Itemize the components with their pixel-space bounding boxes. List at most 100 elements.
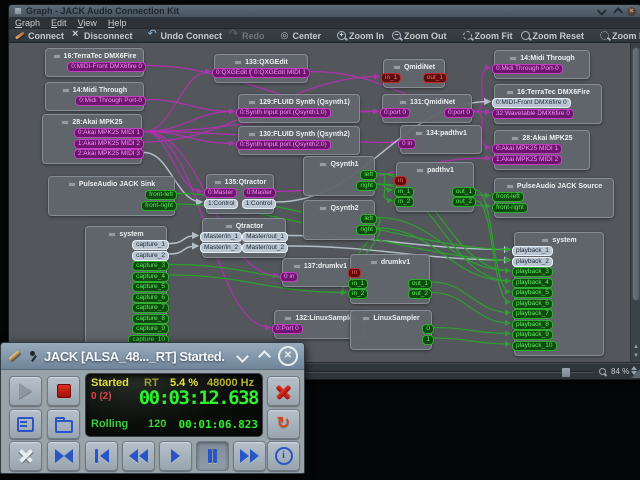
graph-node-linuxsampler_a[interactable]: LinuxSampler01 xyxy=(350,310,432,350)
graph-port-output[interactable]: 0:Midi Through Port-0 xyxy=(75,96,146,106)
toolbar-redo-button[interactable]: Redo xyxy=(230,31,265,41)
graph-port-input[interactable]: Master/in_1 xyxy=(200,232,242,242)
graph-port-output[interactable]: front-left xyxy=(145,190,177,200)
connection-edge[interactable] xyxy=(434,338,510,344)
graph-port-output[interactable]: 0:MIDI-Front DMX6fire 0 xyxy=(67,62,146,72)
toolbar-zoom-range-button[interactable]: Zoom Range xyxy=(600,31,640,41)
graph-port-output[interactable]: out_1 xyxy=(452,187,476,197)
graph-port-output[interactable]: 1:Control xyxy=(242,199,276,209)
toolbar-disconnect-button[interactable]: Disconnect xyxy=(72,31,133,41)
graph-node-midithrough_r[interactable]: 14:Midi Through0:Midi Through Port-0 xyxy=(494,50,590,79)
menu-help[interactable]: Help xyxy=(108,18,127,28)
graph-port-input[interactable]: playback_5 xyxy=(512,288,553,298)
graph-node-qsynth2[interactable]: Qsynth2leftright xyxy=(303,200,375,240)
graph-port-input[interactable]: playback_10 xyxy=(512,341,557,351)
graph-node-qtractor_a[interactable]: QtractorMaster/in_1Master/out_1Master/in… xyxy=(202,218,286,258)
graph-port-output[interactable]: left xyxy=(360,214,377,224)
graph-port-input[interactable]: in_1 xyxy=(348,279,368,289)
graph-port-input[interactable]: 0:port 0 xyxy=(380,108,410,118)
connection-edge[interactable] xyxy=(169,236,198,244)
graph-node-pulsesink[interactable]: PulseAudio JACK Sinkfront-leftfront-righ… xyxy=(48,176,175,216)
patchbay-button[interactable] xyxy=(47,441,80,471)
scrollbar-thumb[interactable] xyxy=(632,47,640,301)
graph-canvas[interactable]: ▲ ▼ 16:TerraTec DMX6Fire0:MIDI-Front DMX… xyxy=(9,43,640,363)
start-button[interactable] xyxy=(9,376,42,406)
connection-edge[interactable] xyxy=(169,246,198,254)
graph-port-input[interactable]: in xyxy=(394,176,407,186)
graph-node-drumkv1_m[interactable]: 137:drumkv10 in xyxy=(282,258,358,287)
transport-skip-back-button[interactable] xyxy=(85,441,118,471)
graph-port-input[interactable]: playback_7 xyxy=(512,309,553,319)
connection-edge[interactable] xyxy=(377,184,392,201)
graph-port-output[interactable]: 0:Akai MPK25 MIDI 1 xyxy=(74,128,144,138)
graph-port-input[interactable]: 0:Port 0 xyxy=(272,324,303,334)
graph-node-qmidinet_m[interactable]: 131:QmidiNet0:port 00:port 0 xyxy=(382,94,472,123)
qjackctl-titlebar[interactable]: JACK [ALSA_48..._RT] Started. ✕ xyxy=(1,343,304,370)
graph-port-input[interactable]: playback_8 xyxy=(512,320,553,330)
graph-node-fluid1[interactable]: 129:FLUID Synth (Qsynth1)0:Synth input p… xyxy=(238,94,360,123)
resize-grip[interactable] xyxy=(631,369,640,378)
connection-edge[interactable] xyxy=(434,328,510,334)
graph-port-output[interactable]: 1:Akai MPK25 MIDI 2 xyxy=(74,139,144,149)
graph-node-system_pb[interactable]: systemplayback_1playback_2playback_3play… xyxy=(514,232,604,356)
graph-port-input[interactable]: 0 in xyxy=(398,139,416,149)
graph-port-input[interactable]: playback_2 xyxy=(512,257,553,267)
graph-port-output[interactable]: capture_3 xyxy=(132,261,169,271)
qjackctl-maximize-button[interactable] xyxy=(256,348,272,364)
vertical-scrollbar[interactable]: ▲ ▼ xyxy=(630,43,640,362)
graph-port-input[interactable]: 0:MIDI-Front DMX6fire 0 xyxy=(492,98,571,108)
toolbar-center-button[interactable]: Center xyxy=(281,31,322,41)
graph-port-input[interactable]: playback_9 xyxy=(512,330,553,340)
graph-port-output[interactable]: right xyxy=(356,181,377,191)
graph-node-padthv1_a[interactable]: padthv1inin_1out_1in_2out_2 xyxy=(396,162,474,212)
transport-rewind-button[interactable] xyxy=(122,441,155,471)
graph-port-input[interactable]: playback_3 xyxy=(512,267,553,277)
menu-edit[interactable]: Edit xyxy=(51,18,67,28)
graph-port-output[interactable]: out_2 xyxy=(408,289,432,299)
graph-port-output[interactable]: 0:QXGEdit MIDI 1 xyxy=(250,68,310,78)
graph-port-input[interactable]: playback_6 xyxy=(512,299,553,309)
graph-port-input[interactable]: 0:Synth input port (Qsynth2:0) xyxy=(236,140,331,150)
graph-port-input[interactable]: 0:Midi Through Port-0 xyxy=(492,64,563,74)
graph-port-input[interactable]: in xyxy=(348,268,361,278)
connection-edge[interactable] xyxy=(474,68,490,112)
graph-port-input[interactable]: 1:Control xyxy=(204,199,238,209)
toolbar-zoom-in-button[interactable]: Zoom In xyxy=(337,31,384,41)
transport-pause-button[interactable] xyxy=(196,441,229,471)
graph-node-akai_l[interactable]: 28:Akai MPK250:Akai MPK25 MIDI 11:Akai M… xyxy=(42,114,142,164)
graph-node-terratec_r[interactable]: 16:TerraTec DMX6Fire0:MIDI-Front DMX6fir… xyxy=(494,84,602,124)
connection-edge[interactable] xyxy=(144,72,210,132)
messages-button[interactable] xyxy=(9,409,42,439)
scroll-up-icon[interactable]: ▲ xyxy=(631,343,640,352)
graph-port-input[interactable]: in_1 xyxy=(394,187,414,197)
graph-port-input[interactable]: 0:Synth input port (Qsynth1:0) xyxy=(236,108,331,118)
toolbar-zoom-fit-button[interactable]: Zoom Fit xyxy=(463,31,513,41)
transport-play-button[interactable] xyxy=(159,441,192,471)
close-button[interactable]: × xyxy=(627,7,636,16)
graph-node-padthv1_m[interactable]: 134:padthv10 in xyxy=(400,125,482,154)
graph-port-output[interactable]: 0:port 0 xyxy=(444,108,474,118)
qjackctl-close-button[interactable]: ✕ xyxy=(278,346,298,366)
graph-node-qmidinet_a[interactable]: QmidiNetin_1out_1 xyxy=(383,59,445,88)
stop-button[interactable] xyxy=(47,376,80,406)
graph-node-system_cap[interactable]: systemcapture_1capture_2capture_3capture… xyxy=(85,226,167,360)
quit-button[interactable] xyxy=(267,376,300,406)
connection-edge[interactable] xyxy=(146,100,234,112)
zoom-slider[interactable] xyxy=(305,371,593,372)
connections-button[interactable] xyxy=(9,441,42,471)
graph-port-output[interactable]: capture_1 xyxy=(132,240,169,250)
scroll-down-icon[interactable]: ▼ xyxy=(631,352,640,361)
graph-node-fluid2[interactable]: 130:FLUID Synth (Qsynth2)0:Synth input p… xyxy=(238,126,360,155)
toolbar-connect-button[interactable]: Connect xyxy=(15,31,64,41)
pin-icon[interactable] xyxy=(28,350,38,362)
minimize-button[interactable] xyxy=(597,6,608,16)
about-button[interactable]: i xyxy=(267,441,300,471)
graph-port-output[interactable]: out_1 xyxy=(408,279,432,289)
graph-port-output[interactable]: 0 xyxy=(422,324,434,334)
graph-port-output[interactable]: front-right xyxy=(141,201,177,211)
graph-port-input[interactable]: 0 in xyxy=(280,272,298,282)
graph-titlebar[interactable]: Graph - JACK Audio Connection Kit × xyxy=(9,5,640,17)
graph-port-input[interactable]: playback_4 xyxy=(512,278,553,288)
setup-button[interactable]: ↻ xyxy=(267,409,300,439)
graph-port-output[interactable]: 0:Master xyxy=(243,188,276,198)
